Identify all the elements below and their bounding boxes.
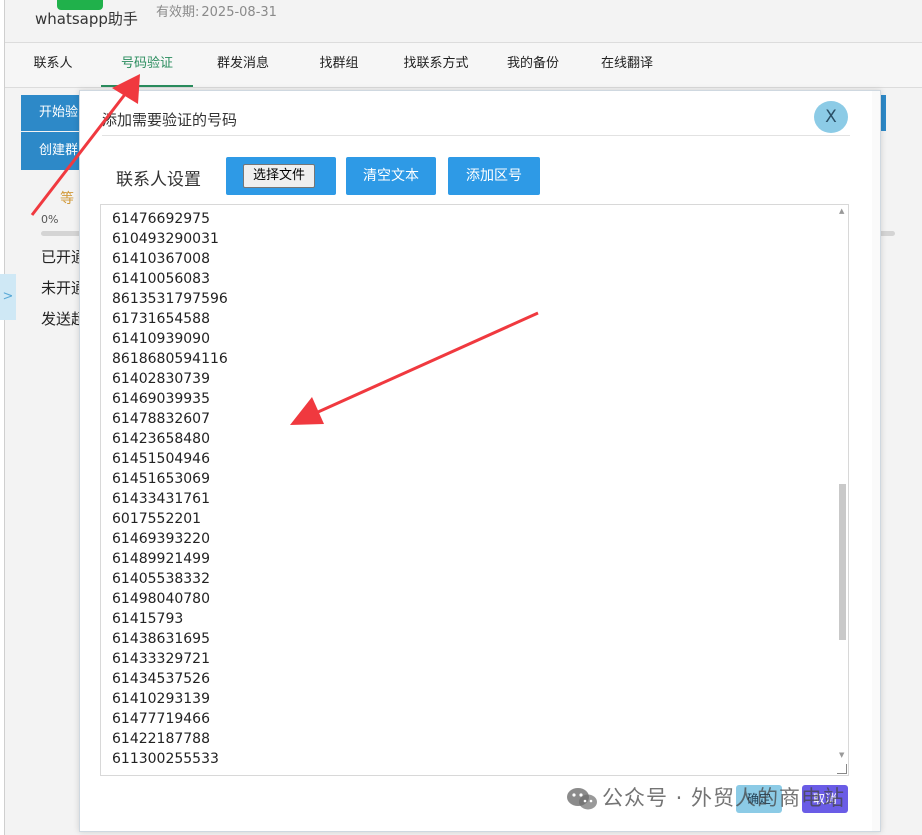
numbers-list: 61476692975 610493290031 61410367008 614100… — [112, 209, 228, 769]
number-line: 61423658480 — [112, 431, 210, 447]
number-line: 610493290031 — [112, 231, 219, 247]
number-line: 61476692975 — [112, 211, 210, 227]
create-group-button[interactable]: 创建群 — [21, 132, 81, 170]
number-line: 61477719466 — [112, 711, 210, 727]
number-line: 61498040780 — [112, 591, 210, 607]
side-panel-toggle[interactable]: > — [0, 274, 16, 320]
number-line: 61410367008 — [112, 251, 210, 267]
close-button[interactable]: X — [814, 101, 848, 133]
wechat-icon — [567, 788, 597, 810]
modal-title: 添加需要验证的号码 — [102, 111, 238, 129]
watermark-text: 公众号 · 外贸人的商电站 — [602, 786, 846, 810]
expiry-date: 2025-08-31 — [201, 5, 277, 20]
number-line: 61478832607 — [112, 411, 210, 427]
tab-my-backup[interactable]: 我的备份 — [497, 43, 569, 85]
expiry-info: 有效期: 2025-08-31 — [156, 1, 277, 20]
number-line: 61410056083 — [112, 271, 210, 287]
main-tabs: 联系人 号码验证 群发消息 找群组 找联系方式 我的备份 在线翻译 — [5, 42, 922, 88]
tab-online-translate[interactable]: 在线翻译 — [591, 43, 663, 85]
number-line: 61433329721 — [112, 651, 210, 667]
number-line: 61415793 — [112, 611, 184, 627]
progress-percent: 0% — [41, 213, 59, 226]
start-verify-button[interactable]: 开始验 — [21, 95, 81, 131]
number-line: 8613531797596 — [112, 291, 228, 307]
number-line: 61410939090 — [112, 331, 210, 347]
numbers-textarea[interactable]: 61476692975 610493290031 61410367008 614100… — [100, 204, 849, 776]
number-line: 61469039935 — [112, 391, 210, 407]
side-toggle-chevron-icon: > — [2, 289, 14, 304]
number-line: 61434537526 — [112, 671, 210, 687]
scroll-thumb[interactable] — [839, 484, 846, 640]
tab-find-groups[interactable]: 找群组 — [305, 43, 373, 85]
number-line: 61402830739 — [112, 371, 210, 387]
number-line: 61451653069 — [112, 471, 210, 487]
number-line: 8618680594116 — [112, 351, 228, 367]
scroll-down-icon[interactable]: ▼ — [839, 751, 844, 759]
tab-bulk-message[interactable]: 群发消息 — [205, 43, 281, 85]
tab-number-verify[interactable]: 号码验证 — [101, 43, 193, 87]
number-line: 611300255533 — [112, 751, 219, 767]
number-line: 61469393220 — [112, 531, 210, 547]
add-area-code-button[interactable]: 添加区号 — [448, 157, 540, 195]
number-line: 61438631695 — [112, 631, 210, 647]
number-line: 61731654588 — [112, 311, 210, 327]
choose-file-button[interactable]: 选择文件 — [243, 164, 315, 188]
scroll-up-icon[interactable]: ▲ — [839, 207, 844, 215]
tab-contacts[interactable]: 联系人 — [23, 43, 83, 85]
contact-settings-label: 联系人设置 — [116, 170, 201, 190]
expiry-label: 有效期: — [156, 5, 200, 20]
tab-find-contacts[interactable]: 找联系方式 — [395, 43, 477, 85]
app-header: whatsapp助手 有效期: 2025-08-31 — [5, 0, 922, 42]
add-numbers-modal: 添加需要验证的号码 X 联系人设置 选择文件 清空文本 添加区号 6147669… — [79, 90, 881, 832]
waiting-status: 等 — [60, 191, 74, 207]
app-name: whatsapp助手 — [35, 10, 138, 28]
number-line: 61405538332 — [112, 571, 210, 587]
number-line: 61422187788 — [112, 731, 210, 747]
textarea-scrollbar[interactable]: ▲ ▼ — [836, 205, 848, 775]
number-line: 61489921499 — [112, 551, 210, 567]
number-line: 6017552201 — [112, 511, 202, 527]
modal-scrollbar[interactable] — [872, 91, 880, 831]
number-line: 61451504946 — [112, 451, 210, 467]
resize-grip-icon[interactable] — [837, 764, 847, 774]
clear-text-button[interactable]: 清空文本 — [346, 157, 436, 195]
number-line: 61410293139 — [112, 691, 210, 707]
watermark: 公众号 · 外贸人的商电站 — [566, 782, 845, 814]
number-line: 61433431761 — [112, 491, 210, 507]
file-button-container: 选择文件 — [226, 157, 336, 195]
modal-divider — [102, 135, 850, 136]
